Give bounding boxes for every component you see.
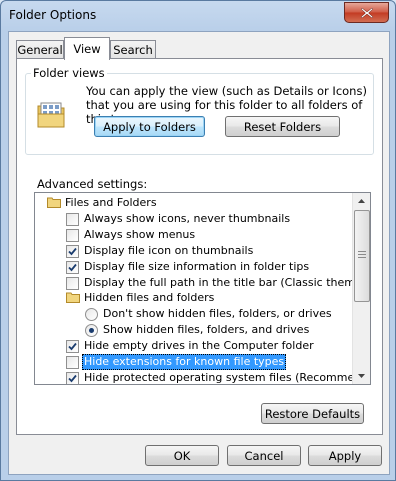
tree-checkbox-item[interactable]: Hide extensions for known file types <box>35 354 352 370</box>
dialog-body: General View Search Folder views You can… <box>8 31 390 475</box>
tree-item-label: Don't show hidden files, folders, or dri… <box>103 307 332 321</box>
tree-folder-node[interactable]: Files and Folders <box>35 195 352 211</box>
radio-button[interactable] <box>85 308 98 322</box>
ok-label: OK <box>173 449 191 463</box>
tree-item-label: Display the full path in the title bar (… <box>84 275 371 289</box>
checkbox[interactable] <box>66 212 79 226</box>
reset-folders-button[interactable]: Reset Folders <box>225 116 340 137</box>
scroll-down-icon[interactable] <box>353 368 370 384</box>
checkbox[interactable] <box>66 340 79 354</box>
window-title: Folder Options <box>9 8 97 22</box>
tree-folder-node[interactable]: Hidden files and folders <box>35 290 352 306</box>
tab-general-label: General <box>17 43 63 57</box>
folder-views-group: Folder views You can apply the view (suc… <box>25 66 374 155</box>
tree-item-label: Display file icon on thumbnails <box>84 243 254 257</box>
tree-item-label: Hide protected operating system files (R… <box>84 370 371 384</box>
tree-item-label: Display file size information in folder … <box>84 259 310 273</box>
folder-icon <box>66 292 80 304</box>
advanced-settings-label: Advanced settings: <box>37 177 148 191</box>
tab-general[interactable]: General <box>16 40 64 59</box>
advanced-settings-tree[interactable]: Files and Folders Always show icons, neve… <box>34 192 371 385</box>
apply-to-folders-button[interactable]: Apply to Folders <box>94 116 205 137</box>
tree-checkbox-item[interactable]: Hide empty drives in the Computer folder <box>35 338 352 354</box>
apply-button[interactable]: Apply <box>308 445 382 466</box>
close-icon <box>360 7 373 18</box>
radio-button[interactable] <box>85 324 98 338</box>
apply-label: Apply <box>328 449 362 463</box>
tab-view-label: View <box>73 42 101 56</box>
checkmark-icon <box>68 343 77 351</box>
tree-radio-item[interactable]: Show hidden files, folders, and drives <box>35 322 352 338</box>
checkbox[interactable] <box>66 276 79 290</box>
restore-defaults-label: Restore Defaults <box>264 407 361 421</box>
tree-item-label: Always show icons, never thumbnails <box>84 211 291 225</box>
tree-checkbox-item[interactable]: Always show icons, never thumbnails <box>35 211 352 227</box>
vertical-scrollbar[interactable] <box>352 193 370 384</box>
scroll-up-icon[interactable] <box>353 193 370 209</box>
checkbox[interactable] <box>66 371 79 384</box>
checkmark-icon <box>68 374 77 383</box>
tree-checkbox-item[interactable]: Display the full path in the title bar (… <box>35 275 370 291</box>
folder-options-window: Folder Options General View Search Folde… <box>0 0 396 481</box>
scroll-thumb[interactable] <box>354 210 370 302</box>
apply-to-folders-label: Apply to Folders <box>103 120 196 134</box>
checkbox[interactable] <box>66 244 79 258</box>
tree-checkbox-item[interactable]: Hide protected operating system files (R… <box>35 370 370 384</box>
restore-defaults-button[interactable]: Restore Defaults <box>261 403 364 424</box>
tree-checkbox-item[interactable]: Display file icon on thumbnails <box>35 243 352 259</box>
tree-radio-item[interactable]: Don't show hidden files, folders, or dri… <box>35 306 352 322</box>
reset-folders-label: Reset Folders <box>243 120 322 134</box>
tree-checkbox-item[interactable]: Display file size information in folder … <box>35 259 352 275</box>
ok-button[interactable]: OK <box>145 445 219 466</box>
tree-checkbox-item[interactable]: Always show menus <box>35 227 352 243</box>
checkbox[interactable] <box>66 228 79 242</box>
title-bar[interactable]: Folder Options <box>1 1 395 31</box>
checkbox[interactable] <box>66 356 79 369</box>
tree-item-label: Files and Folders <box>65 196 157 209</box>
close-button[interactable] <box>344 2 389 23</box>
folder-views-legend: Folder views <box>31 66 107 80</box>
folder-views-icon <box>37 102 65 128</box>
folder-icon <box>47 197 61 208</box>
tree-item-label: Show hidden files, folders, and drives <box>103 323 310 337</box>
tab-view[interactable]: View <box>64 37 110 60</box>
tree-item-label: Hide extensions for known file types <box>82 354 287 370</box>
tree-item-label: Hidden files and folders <box>84 291 215 305</box>
cancel-button[interactable]: Cancel <box>227 445 301 466</box>
tree-item-label: Always show menus <box>84 227 196 241</box>
checkbox[interactable] <box>66 260 79 274</box>
tab-search[interactable]: Search <box>110 40 156 59</box>
cancel-label: Cancel <box>244 449 284 463</box>
checkmark-icon <box>68 263 77 271</box>
tree-item-label: Hide empty drives in the Computer folder <box>84 339 314 353</box>
tab-search-label: Search <box>113 43 153 57</box>
checkmark-icon <box>68 247 77 256</box>
